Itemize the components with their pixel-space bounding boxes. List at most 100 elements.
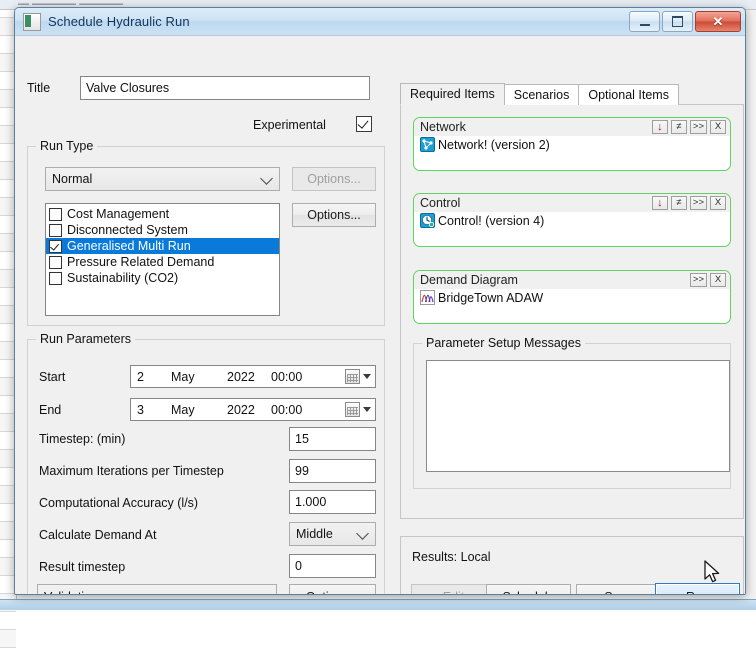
demand-diagram-item-group: Demand Diagram >> X BridgeTown ADAW (413, 270, 731, 324)
title-field-label: Title (27, 81, 51, 95)
max-iterations-label: Maximum Iterations per Timestep (39, 464, 224, 478)
dialog-titlebar[interactable]: Schedule Hydraulic Run ✕ (15, 8, 745, 36)
run-type-options-button[interactable]: Options... (292, 203, 376, 227)
schedule-button[interactable]: Schedule (486, 584, 571, 594)
demand-diagram-icon (420, 290, 435, 305)
network-item-row[interactable]: Network! (version 2) (414, 136, 730, 152)
caret-down-icon (363, 406, 371, 412)
validation-value: Validation (44, 590, 98, 595)
network-group-tools: ↓ ≠ >> X (651, 120, 726, 134)
end-datetime-field[interactable]: 3 May 2022 00:00 (130, 398, 376, 421)
results-status-label: Results: Local (412, 550, 491, 564)
chevron-down-icon (260, 172, 273, 185)
validation-select[interactable]: Validation (37, 584, 277, 595)
close-button[interactable]: ✕ (695, 11, 741, 32)
list-item[interactable]: Pressure Related Demand (46, 254, 279, 270)
tab-required-items[interactable]: Required Items (400, 83, 505, 105)
maximize-button[interactable] (662, 11, 693, 32)
network-group-title: Network (420, 120, 466, 134)
chevron-down-icon (257, 589, 270, 594)
end-time: 00:00 (271, 402, 303, 417)
end-month: May (171, 402, 195, 417)
start-year: 2022 (227, 369, 255, 384)
title-input[interactable]: Valve Closures (80, 76, 370, 100)
minimize-icon (639, 23, 650, 26)
network-download-button[interactable]: ↓ (651, 120, 668, 134)
demand-diagram-browse-button[interactable]: >> (689, 273, 707, 287)
demand-diagram-remove-button[interactable]: X (710, 273, 726, 287)
run-parameters-group-label: Run Parameters (36, 332, 136, 346)
checkbox-icon[interactable] (49, 255, 62, 269)
schedule-hydraulic-run-dialog: Schedule Hydraulic Run ✕ Title Valve Clo… (14, 7, 746, 595)
window-controls: ✕ (629, 11, 741, 32)
list-item-label: Generalised Multi Run (67, 239, 191, 253)
list-item[interactable]: Cost Management (46, 206, 279, 222)
computational-accuracy-input[interactable]: 1.000 (289, 490, 376, 514)
demand-diagram-item-label: BridgeTown ADAW (438, 290, 544, 305)
network-compare-button[interactable]: ≠ (670, 120, 687, 134)
minimize-button[interactable] (629, 11, 660, 32)
network-browse-button[interactable]: >> (689, 120, 707, 134)
parameter-setup-messages-textarea[interactable] (426, 360, 730, 472)
checkbox-icon[interactable] (49, 239, 62, 253)
list-item-label: Disconnected System (67, 223, 188, 237)
run-mode-select[interactable]: Normal (45, 167, 280, 191)
computational-accuracy-label: Computational Accuracy (l/s) (39, 496, 199, 510)
network-group-header: Network ↓ ≠ >> X (414, 118, 730, 136)
result-timestep-input[interactable]: 0 (289, 554, 376, 578)
timestep-input[interactable]: 15 (289, 427, 376, 451)
demand-diagram-group-tools: >> X (689, 273, 726, 287)
start-label: Start (39, 370, 66, 384)
checkbox-icon[interactable] (49, 271, 62, 285)
chevron-down-icon (356, 527, 369, 540)
edit-button[interactable]: Edit (411, 584, 496, 594)
checkbox-icon[interactable] (49, 207, 62, 221)
end-day: 3 (137, 402, 144, 417)
control-item-row[interactable]: Control! (version 4) (414, 212, 730, 228)
max-iterations-input[interactable]: 99 (289, 459, 376, 483)
caret-down-icon (363, 373, 371, 379)
tab-optional-items[interactable]: Optional Items (578, 84, 679, 105)
start-day: 2 (137, 369, 144, 384)
start-month: May (171, 369, 195, 384)
start-datetime-field[interactable]: 2 May 2022 00:00 (130, 365, 376, 388)
maximize-icon (672, 16, 683, 27)
run-button[interactable]: Run (655, 583, 740, 594)
background-grid-row (0, 630, 16, 648)
validation-options-button[interactable]: Options... (289, 584, 376, 594)
dialog-title: Schedule Hydraulic Run (48, 14, 190, 29)
control-compare-button[interactable]: ≠ (670, 196, 687, 210)
run-mode-options-button[interactable]: Options... (292, 167, 376, 191)
right-panel-tabs: Required Items Scenarios Optional Items (400, 83, 679, 105)
control-download-button[interactable]: ↓ (651, 196, 668, 210)
list-item[interactable]: Generalised Multi Run (46, 238, 279, 254)
close-icon: ✕ (712, 14, 724, 29)
control-remove-button[interactable]: X (710, 196, 726, 210)
control-item-label: Control! (version 4) (438, 213, 545, 228)
save-button[interactable]: Save (576, 584, 661, 594)
start-time: 00:00 (271, 369, 303, 384)
background-statusbar (0, 599, 756, 610)
calculate-demand-label: Calculate Demand At (39, 528, 157, 542)
calendar-icon (345, 401, 360, 417)
network-remove-button[interactable]: X (710, 120, 726, 134)
end-calendar-button[interactable] (345, 401, 371, 417)
calendar-icon (345, 368, 360, 384)
tab-scenarios[interactable]: Scenarios (503, 84, 580, 105)
end-year: 2022 (227, 402, 255, 417)
checkbox-icon[interactable] (49, 223, 62, 237)
control-group-header: Control ↓ ≠ >> X (414, 194, 730, 212)
list-item-label: Cost Management (67, 207, 170, 221)
list-item[interactable]: Disconnected System (46, 222, 279, 238)
control-browse-button[interactable]: >> (689, 196, 707, 210)
calculate-demand-select[interactable]: Middle (289, 522, 376, 546)
result-timestep-label: Result timestep (39, 560, 126, 574)
demand-diagram-group-header: Demand Diagram >> X (414, 271, 730, 289)
run-type-checklist[interactable]: Cost Management Disconnected System Gene… (45, 203, 280, 316)
demand-diagram-item-row[interactable]: BridgeTown ADAW (414, 289, 730, 305)
timestep-label: Timestep: (min) (39, 432, 126, 446)
experimental-checkbox[interactable] (356, 116, 372, 132)
list-item[interactable]: Sustainability (CO2) (46, 270, 279, 286)
experimental-label: Experimental (253, 118, 326, 132)
start-calendar-button[interactable] (345, 368, 371, 384)
